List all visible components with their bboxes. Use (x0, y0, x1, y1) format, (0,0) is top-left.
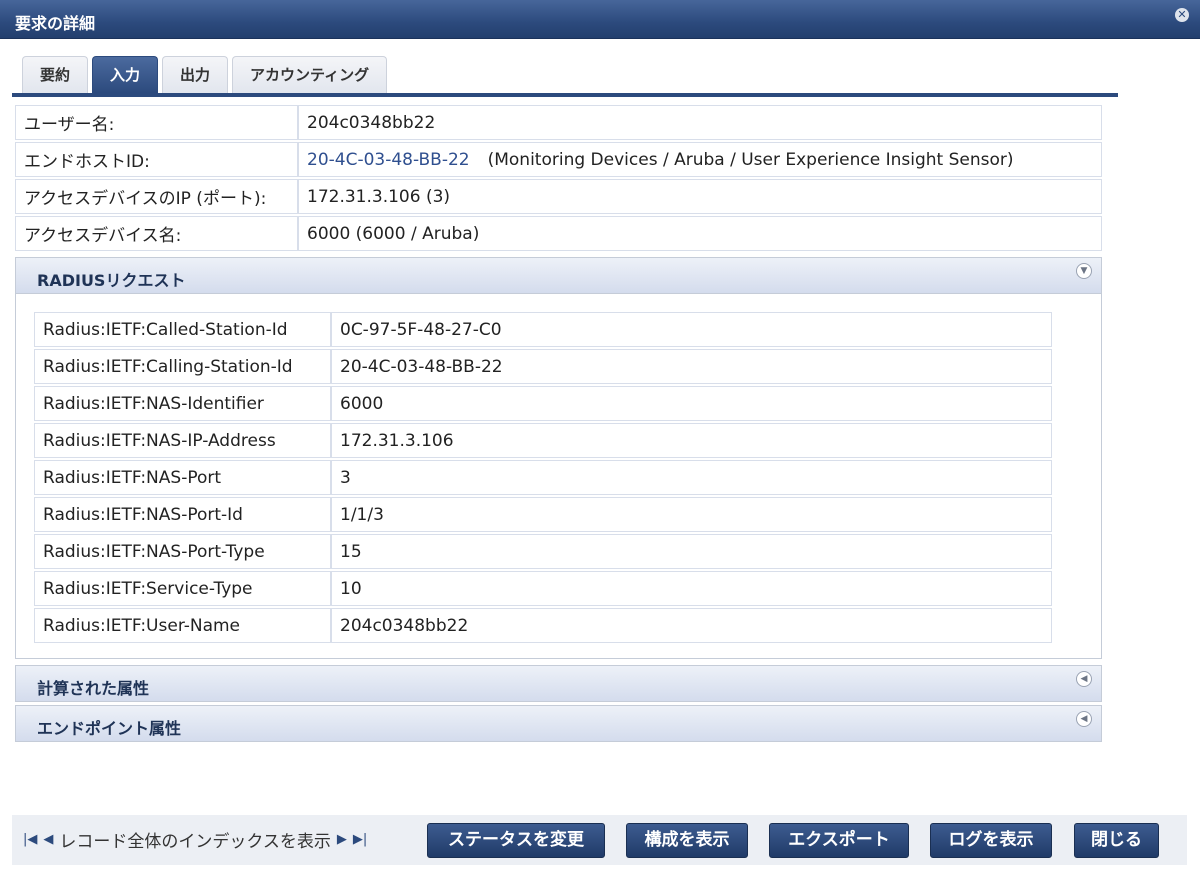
tab-bar: 要約 入力 出力 アカウンティング (22, 56, 391, 93)
expand-icon[interactable]: ◀ (1076, 671, 1092, 687)
endpoint-attributes-title: エンドポイント属性 (37, 719, 182, 738)
radius-request-header[interactable]: RADIUSリクエスト ▼ (16, 258, 1101, 294)
attribute-value: 1/1/3 (331, 497, 1052, 532)
last-record-icon[interactable]: ▶| (353, 832, 367, 847)
previous-record-icon[interactable]: ◀ (43, 832, 53, 847)
info-key: エンドホストID: (15, 142, 298, 177)
info-row-device-name: アクセスデバイス名: 6000 (6000 / Aruba) (15, 216, 1102, 251)
table-row: Radius:IETF:NAS-Identifier 6000 (34, 386, 1052, 421)
attribute-value: 172.31.3.106 (331, 423, 1052, 458)
info-key: ユーザー名: (15, 105, 298, 140)
radius-request-panel: RADIUSリクエスト ▼ Radius:IETF:Called-Station… (15, 257, 1102, 659)
close-button[interactable]: 閉じる (1074, 823, 1159, 858)
first-record-icon[interactable]: |◀ (23, 832, 37, 847)
info-value-cell: 20-4C-03-48-BB-22 (Monitoring Devices / A… (298, 142, 1102, 177)
footer-bar: |◀ ◀ レコード全体のインデックスを表示 ▶ ▶| ステータスを変更 構成を表… (12, 815, 1187, 865)
attribute-value: 3 (331, 460, 1052, 495)
expand-icon[interactable]: ◀ (1076, 711, 1092, 727)
table-row: Radius:IETF:NAS-Port-Id 1/1/3 (34, 497, 1052, 532)
record-navigation: |◀ ◀ レコード全体のインデックスを表示 ▶ ▶| (23, 827, 373, 852)
attribute-value: 0C-97-5F-48-27-C0 (331, 312, 1052, 347)
attribute-name: Radius:IETF:User-Name (34, 608, 331, 643)
computed-attributes-header[interactable]: 計算された属性 ◀ (16, 666, 1101, 702)
collapse-icon[interactable]: ▼ (1076, 263, 1092, 279)
table-row: Radius:IETF:User-Name 204c0348bb22 (34, 608, 1052, 643)
attribute-value: 204c0348bb22 (331, 608, 1052, 643)
attribute-value: 6000 (331, 386, 1052, 421)
dialog-titlebar: 要求の詳細 ✕ (0, 0, 1200, 39)
computed-attributes-title: 計算された属性 (37, 679, 150, 698)
tab-underline (12, 93, 1118, 97)
attribute-value: 20-4C-03-48-BB-22 (331, 349, 1052, 384)
computed-attributes-panel[interactable]: 計算された属性 ◀ (15, 665, 1102, 702)
attribute-name: Radius:IETF:Called-Station-Id (34, 312, 331, 347)
tab-input[interactable]: 入力 (92, 56, 159, 93)
dialog-title: 要求の詳細 (15, 14, 96, 33)
attribute-name: Radius:IETF:NAS-Port (34, 460, 331, 495)
info-row-endhost: エンドホストID: 20-4C-03-48-BB-22 (Monitoring D… (15, 142, 1102, 177)
info-value: 172.31.3.106 (3) (298, 179, 1102, 214)
attribute-name: Radius:IETF:NAS-Port-Id (34, 497, 331, 532)
radius-request-title: RADIUSリクエスト (37, 271, 186, 290)
info-key: アクセスデバイスのIP (ポート): (15, 179, 298, 214)
attribute-name: Radius:IETF:NAS-Identifier (34, 386, 331, 421)
table-row: Radius:IETF:NAS-Port-Type 15 (34, 534, 1052, 569)
table-row: Radius:IETF:Service-Type 10 (34, 571, 1052, 606)
show-index-link[interactable]: レコード全体のインデックスを表示 (59, 827, 331, 852)
info-row-username: ユーザー名: 204c0348bb22 (15, 105, 1102, 140)
table-row: Radius:IETF:Called-Station-Id 0C-97-5F-48… (34, 312, 1052, 347)
attribute-name: Radius:IETF:Calling-Station-Id (34, 349, 331, 384)
attribute-name: Radius:IETF:Service-Type (34, 571, 331, 606)
tab-output[interactable]: 出力 (162, 56, 229, 93)
info-key: アクセスデバイス名: (15, 216, 298, 251)
endpoint-attributes-panel[interactable]: エンドポイント属性 ◀ (15, 705, 1102, 742)
show-logs-button[interactable]: ログを表示 (930, 823, 1052, 858)
endhost-id-link[interactable]: 20-4C-03-48-BB-22 (307, 150, 470, 170)
table-row: Radius:IETF:NAS-IP-Address 172.31.3.106 (34, 423, 1052, 458)
info-row-device-ip: アクセスデバイスのIP (ポート): 172.31.3.106 (3) (15, 179, 1102, 214)
tab-summary[interactable]: 要約 (22, 56, 89, 93)
info-table: ユーザー名: 204c0348bb22 エンドホストID: 20-4C-03-4… (15, 103, 1102, 253)
attribute-value: 10 (331, 571, 1052, 606)
attribute-value: 15 (331, 534, 1052, 569)
close-icon[interactable]: ✕ (1175, 8, 1189, 22)
tab-accounting[interactable]: アカウンティング (232, 56, 388, 93)
attribute-name: Radius:IETF:NAS-Port-Type (34, 534, 331, 569)
info-value: 204c0348bb22 (298, 105, 1102, 140)
show-config-button[interactable]: 構成を表示 (626, 823, 748, 858)
info-value: 6000 (6000 / Aruba) (298, 216, 1102, 251)
change-status-button[interactable]: ステータスを変更 (427, 823, 605, 858)
radius-attributes-table: Radius:IETF:Called-Station-Id 0C-97-5F-48… (34, 310, 1052, 645)
endpoint-attributes-header[interactable]: エンドポイント属性 ◀ (16, 706, 1101, 742)
endhost-profile: (Monitoring Devices / Aruba / User Exper… (487, 149, 1014, 170)
table-row: Radius:IETF:NAS-Port 3 (34, 460, 1052, 495)
next-record-icon[interactable]: ▶ (337, 832, 347, 847)
table-row: Radius:IETF:Calling-Station-Id 20-4C-03-4… (34, 349, 1052, 384)
attribute-name: Radius:IETF:NAS-IP-Address (34, 423, 331, 458)
export-button[interactable]: エクスポート (769, 823, 909, 858)
